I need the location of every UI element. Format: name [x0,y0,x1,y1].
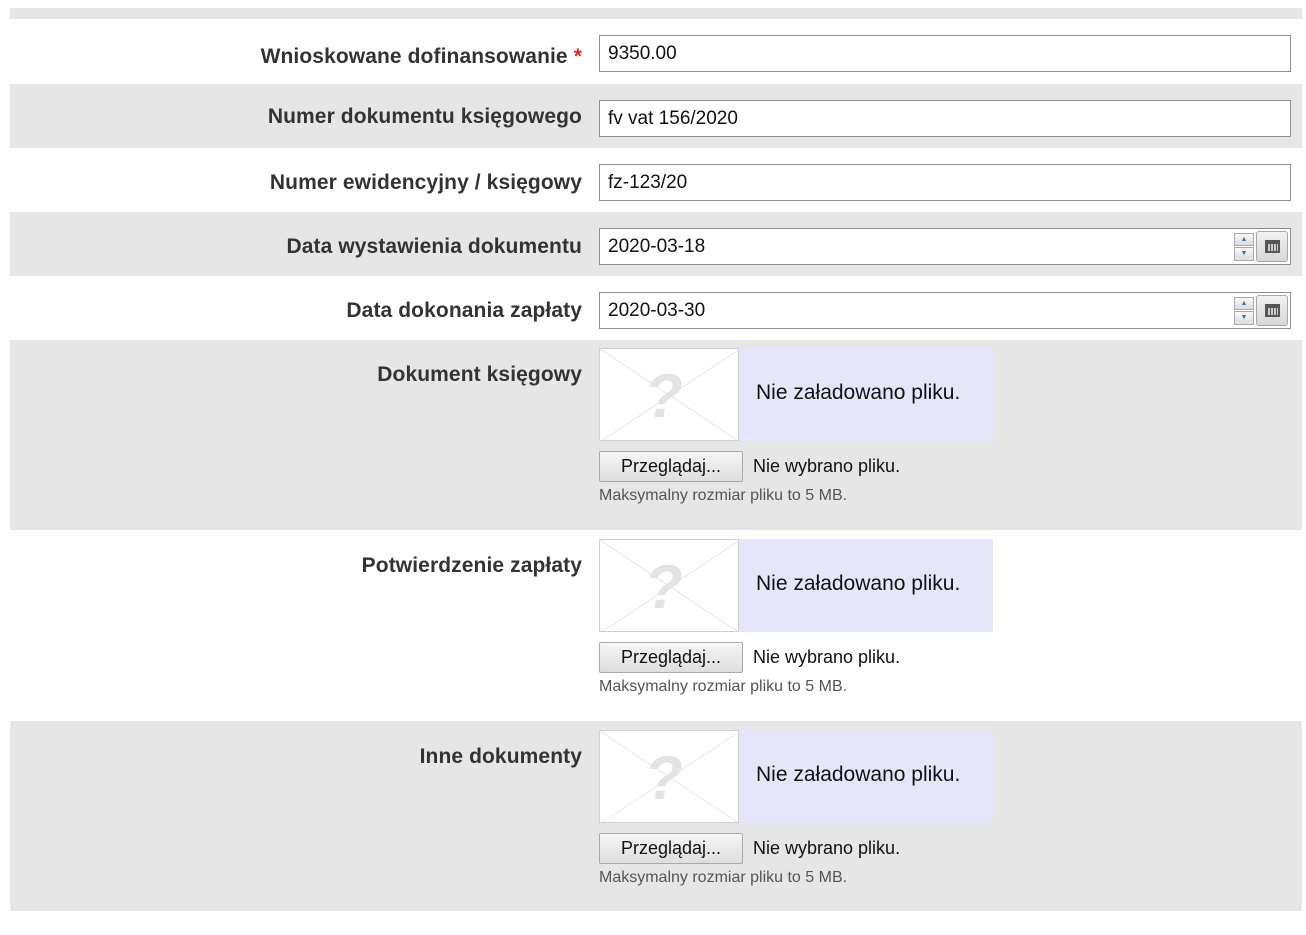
spinner-icon[interactable]: ▲ ▼ [1234,296,1254,325]
issue-date-value: 2020-03-18 [608,236,706,257]
file-upload: ? Nie załadowano pliku. Przeglądaj... Ni… [599,539,993,696]
question-mark-placeholder-icon: ? [599,730,739,823]
row-payment-date: Data dokonania zapłaty 2020-03-30 ▲ ▼ [10,276,1302,340]
chosen-file-text: Nie wybrano pliku. [753,838,901,858]
row-issue-date: Data wystawienia dokumentu 2020-03-18 ▲ ▼ [10,212,1302,276]
spin-up-icon[interactable]: ▲ [1234,232,1254,246]
chosen-file-text: Nie wybrano pliku. [753,647,901,667]
top-divider [10,8,1302,19]
row-upload-accounting-doc: Dokument księgowy ? Nie załadowano pliku… [10,340,1302,530]
row-upload-other-docs: Inne dokumenty ? Nie załadowano pliku. P… [10,721,1302,911]
upload-status: Nie załadowano pliku. [756,763,961,786]
spin-down-icon[interactable]: ▼ [1234,311,1254,325]
upload-label: Dokument księgowy [377,363,582,386]
upload-status: Nie załadowano pliku. [756,381,961,404]
question-mark-placeholder-icon: ? [599,348,739,441]
file-preview: ? Nie załadowano pliku. [599,348,993,441]
max-size-hint: Maksymalny rozmiar pliku to 5 MB. [599,869,848,886]
browse-button[interactable]: Przeglądaj... [599,451,743,482]
payment-date-label: Data dokonania zapłaty [346,299,582,322]
record-number-input[interactable] [599,164,1291,201]
doc-number-label: Numer dokumentu księgowego [267,105,582,128]
payment-date-input[interactable]: 2020-03-30 ▲ ▼ [599,292,1291,329]
row-doc-number: Numer dokumentu księgowego [10,84,1302,148]
issue-date-input[interactable]: 2020-03-18 ▲ ▼ [599,228,1291,265]
record-number-label: Numer ewidencyjny / księgowy [269,171,582,194]
required-mark: * [573,45,582,68]
spin-up-icon[interactable]: ▲ [1234,296,1254,310]
doc-number-input[interactable] [599,100,1291,137]
file-preview: ? Nie załadowano pliku. [599,539,993,632]
row-funding: Wnioskowane dofinansowanie * [10,22,1302,84]
chosen-file-text: Nie wybrano pliku. [753,456,901,476]
funding-label: Wnioskowane dofinansowanie * [260,45,582,68]
browse-button[interactable]: Przeglądaj... [599,642,743,673]
spinner-icon[interactable]: ▲ ▼ [1234,232,1254,261]
upload-label: Inne dokumenty [419,745,582,768]
upload-label: Potwierdzenie zapłaty [361,554,582,577]
file-upload: ? Nie załadowano pliku. Przeglądaj... Ni… [599,730,993,887]
row-upload-payment-confirmation: Potwierdzenie zapłaty ? Nie załadowano p… [10,530,1302,721]
question-mark-placeholder-icon: ? [599,539,739,632]
funding-input[interactable] [599,35,1291,72]
calendar-icon[interactable] [1256,231,1288,262]
file-preview: ? Nie załadowano pliku. [599,730,993,823]
max-size-hint: Maksymalny rozmiar pliku to 5 MB. [599,678,848,695]
row-record-number: Numer ewidencyjny / księgowy [10,148,1302,212]
payment-date-value: 2020-03-30 [608,300,706,321]
upload-status: Nie załadowano pliku. [756,572,961,595]
max-size-hint: Maksymalny rozmiar pliku to 5 MB. [599,487,848,504]
browse-button[interactable]: Przeglądaj... [599,833,743,864]
spin-down-icon[interactable]: ▼ [1234,247,1254,261]
calendar-icon[interactable] [1256,295,1288,326]
issue-date-label: Data wystawienia dokumentu [286,235,582,258]
file-upload: ? Nie załadowano pliku. Przeglądaj... Ni… [599,348,993,505]
